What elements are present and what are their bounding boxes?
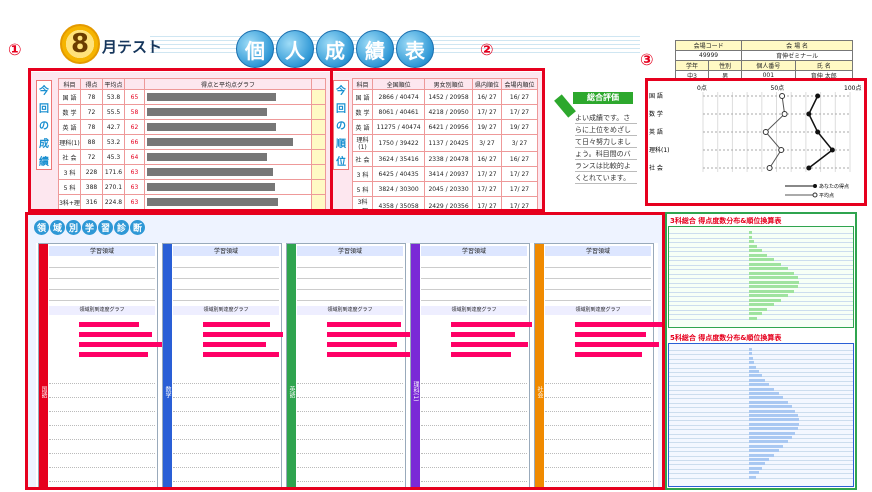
dist-bar <box>749 276 798 279</box>
dist-row <box>669 350 853 351</box>
cell: 会場コード <box>674 40 743 51</box>
dist-bar <box>749 231 752 234</box>
dist-row <box>669 477 853 479</box>
highlight-box-4 <box>25 212 665 490</box>
dist-bar <box>749 244 758 248</box>
cell: 49999 <box>674 50 743 61</box>
highlight-box-3 <box>645 78 867 206</box>
page-title: 個 人 成 績 表 <box>236 30 434 68</box>
highlight-box-1 <box>28 68 333 212</box>
dist-bar <box>749 462 766 466</box>
dist-bar <box>749 316 758 320</box>
dist-bar <box>749 427 798 431</box>
dist-bar <box>749 392 779 395</box>
marker-2: ② <box>480 40 494 59</box>
dist-bar <box>749 348 752 351</box>
dist-bar <box>749 289 794 293</box>
dist-row <box>669 358 853 360</box>
evaluation-heading: 総合評価 <box>573 92 633 104</box>
dist-bar <box>749 370 759 373</box>
title-char: 人 <box>276 30 314 68</box>
highlight-box-2 <box>330 68 545 212</box>
dist-row <box>669 363 853 365</box>
dist-bar <box>749 298 782 302</box>
dist-bar <box>749 365 757 369</box>
dist-bar <box>749 361 755 365</box>
dist-bar <box>749 356 753 360</box>
month-test-label: 月テスト <box>102 38 163 56</box>
dist-bar <box>749 383 770 387</box>
dist-bar <box>749 444 784 448</box>
cell: 性別 <box>708 60 743 71</box>
dist-bar <box>749 453 774 457</box>
dist-bar <box>749 422 799 426</box>
dist-bar <box>749 440 788 444</box>
dist-bar <box>749 405 792 409</box>
dist-row <box>669 242 853 243</box>
dist3-chart <box>668 226 854 328</box>
dist-bar <box>749 267 788 270</box>
dist3-title: 3科総合 得点度数分布&順位換算表 <box>670 217 782 225</box>
marker-3: ③ <box>640 50 654 69</box>
dist-bar <box>749 387 774 391</box>
dist5-chart <box>668 343 854 487</box>
cell: 学年 <box>674 60 710 71</box>
dist-row <box>669 372 853 373</box>
dist-bar <box>749 418 799 422</box>
dist-bar <box>749 409 796 413</box>
dist-row <box>669 246 853 248</box>
student-info-table: 会場コード会 場 名 49999 育伸ゼミナール 学年 性別 個人番号氏 名 中3 男 0… <box>674 40 854 81</box>
dist-bar <box>749 352 752 356</box>
dist-bar <box>749 285 798 288</box>
dist-bar <box>749 471 759 475</box>
dist-row <box>669 233 853 234</box>
dist-bar <box>749 431 796 435</box>
dist-bar <box>749 249 762 252</box>
title-char: 個 <box>236 30 274 68</box>
dist-bar <box>749 466 762 470</box>
dist-bar <box>749 378 766 382</box>
dist-bar <box>749 262 782 266</box>
dist5-title: 5科総合 得点度数分布&順位換算表 <box>670 334 782 342</box>
title-char: 績 <box>356 30 394 68</box>
dist-bar <box>749 235 753 239</box>
dist-row <box>669 473 853 475</box>
title-char: 表 <box>396 30 434 68</box>
dist-bar <box>749 307 768 311</box>
dist-bar <box>749 303 774 306</box>
dist-bar <box>749 258 774 261</box>
marker-1: ① <box>8 40 22 59</box>
dist-bar <box>749 475 757 479</box>
dist-bar <box>749 271 794 275</box>
dist-bar <box>749 458 770 461</box>
cell: 育伸ゼミナール <box>741 50 853 61</box>
dist-row <box>669 367 853 369</box>
dist-bar <box>749 240 755 243</box>
cell: 個人番号 <box>741 60 796 71</box>
cell: 氏 名 <box>794 60 854 71</box>
dist-row <box>669 318 853 320</box>
dist-bar <box>749 374 762 378</box>
dist-row <box>669 237 853 239</box>
dist-bar <box>749 414 798 417</box>
dist-bar <box>749 294 788 297</box>
title-char: 成 <box>316 30 354 68</box>
dist-bar <box>749 400 788 404</box>
dist-row <box>669 354 853 356</box>
cell: 会 場 名 <box>741 40 853 51</box>
dist-bar <box>749 436 792 439</box>
dist-bar <box>749 280 799 284</box>
evaluation-text: よい成績です。さらに上位をめざして日々努力しましょう。科目間のバランスは比較的よ… <box>575 112 637 184</box>
dist-bar <box>749 253 768 257</box>
month-badge: 8 <box>60 24 100 64</box>
dist-bar <box>749 312 762 315</box>
dist-bar <box>749 396 784 400</box>
dist-bar <box>749 449 779 453</box>
